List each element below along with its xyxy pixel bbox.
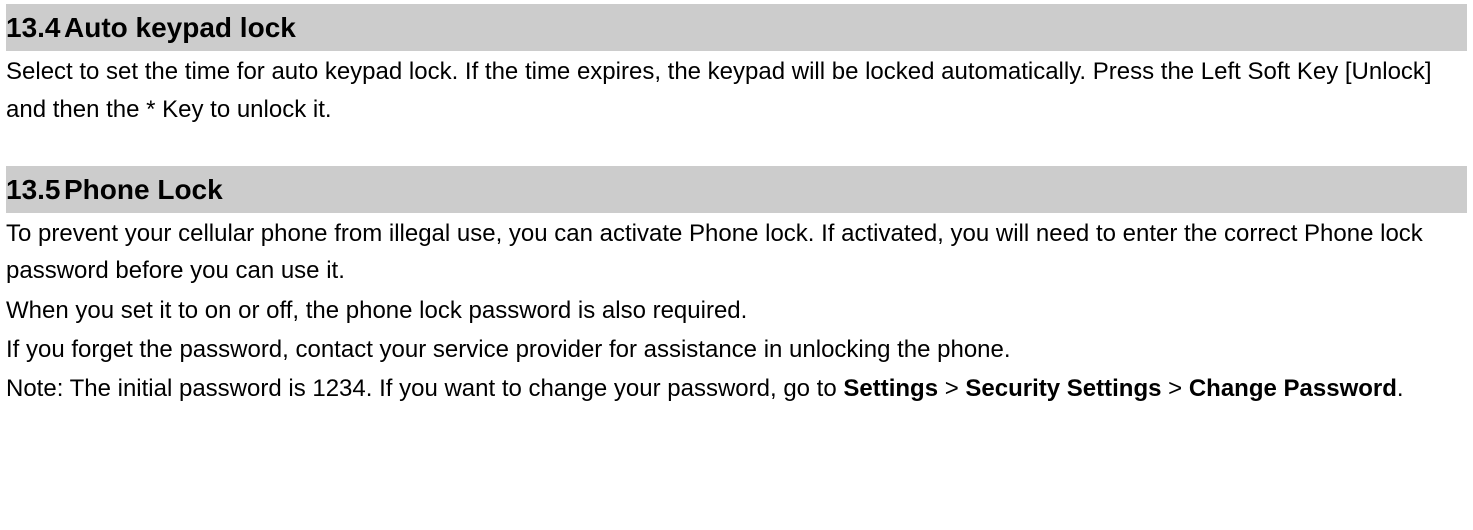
section-heading: 13.5Phone Lock	[6, 166, 1467, 213]
paragraph: When you set it to on or off, the phone …	[6, 290, 1467, 329]
paragraph: Select to set the time for auto keypad l…	[6, 51, 1467, 127]
bold-text: Change Password	[1189, 375, 1397, 402]
text-run: If you forget the password, contact your…	[6, 336, 1011, 363]
bold-text: Security Settings	[965, 375, 1161, 402]
paragraph: To prevent your cellular phone from ille…	[6, 213, 1467, 289]
text-run: When you set it to on or off, the phone …	[6, 297, 747, 324]
paragraph: Note: The initial password is 1234. If y…	[6, 368, 1467, 407]
text-run: Note: The initial password is 1234. If y…	[6, 375, 843, 402]
text-run: Select to set the time for auto keypad l…	[6, 58, 1432, 122]
text-run: >	[1161, 375, 1188, 402]
section-number: 13.4	[6, 6, 64, 49]
section-spacer	[6, 128, 1467, 166]
section-title: Auto keypad lock	[64, 12, 296, 43]
paragraph: If you forget the password, contact your…	[6, 329, 1467, 368]
section-number: 13.5	[6, 168, 64, 211]
bold-text: Settings	[843, 375, 938, 402]
text-run: .	[1397, 375, 1404, 402]
section-title: Phone Lock	[64, 174, 223, 205]
text-run: >	[938, 375, 965, 402]
section-heading: 13.4Auto keypad lock	[6, 4, 1467, 51]
text-run: To prevent your cellular phone from ille…	[6, 220, 1423, 284]
